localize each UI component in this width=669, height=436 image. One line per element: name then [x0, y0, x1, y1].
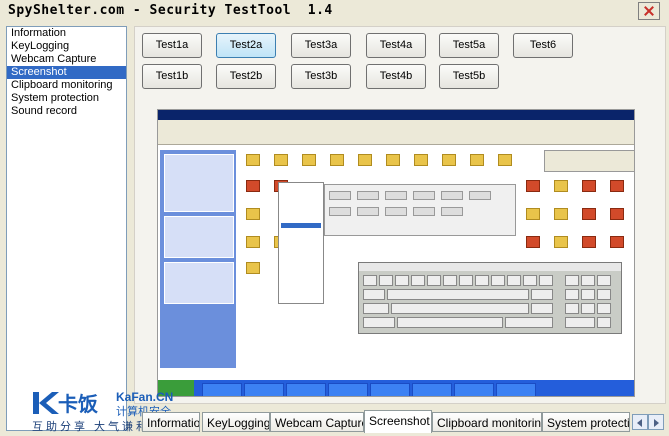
tab-scroll-left-icon[interactable]	[632, 414, 648, 430]
tab-bar: Information KeyLogging Webcam Capture Sc…	[134, 410, 666, 434]
sidebar-item-system-protection[interactable]: System protection	[7, 92, 126, 105]
test2b-button[interactable]: Test2b	[216, 64, 276, 89]
sidebar-item-screenshot[interactable]: Screenshot	[7, 66, 126, 79]
test4b-button[interactable]: Test4b	[366, 64, 426, 89]
close-icon[interactable]	[638, 2, 660, 20]
test1a-button[interactable]: Test1a	[142, 33, 202, 58]
sidebar-item-information[interactable]: Information	[7, 27, 126, 40]
preview-titlebar	[158, 110, 634, 120]
sidebar-item-keylogging[interactable]: KeyLogging	[7, 40, 126, 53]
test2a-button[interactable]: Test2a	[216, 33, 276, 58]
tab-keylogging[interactable]: KeyLogging	[202, 412, 270, 432]
test6-button[interactable]: Test6	[513, 33, 573, 58]
screenshot-preview	[157, 109, 635, 397]
sidebar-item-webcam-capture[interactable]: Webcam Capture	[7, 53, 126, 66]
preview-task-pane	[160, 150, 236, 368]
main-panel: Test1a Test2a Test3a Test4a Test5a Test6…	[134, 26, 666, 404]
tab-webcam-capture[interactable]: Webcam Capture	[270, 412, 364, 432]
preview-side-window	[544, 150, 634, 172]
test3a-button[interactable]: Test3a	[291, 33, 351, 58]
window-title: SpyShelter.com - Security TestTool 1.4	[8, 3, 333, 18]
preview-testtool-window	[324, 184, 516, 236]
preview-onscreen-keyboard	[358, 262, 622, 334]
tab-system-protection[interactable]: System protection	[542, 412, 630, 432]
tab-screenshot[interactable]: Screenshot	[364, 410, 432, 433]
title-bar: SpyShelter.com - Security TestTool 1.4	[0, 0, 669, 22]
tab-information[interactable]: Information	[142, 412, 200, 432]
sidebar-list: Information KeyLogging Webcam Capture Sc…	[6, 26, 127, 431]
brand-site: KaFan.CN	[116, 390, 174, 404]
brand-cn: 卡饭	[58, 392, 98, 416]
brand-slogan: 互助分享 大气谦和	[32, 421, 151, 433]
test1b-button[interactable]: Test1b	[142, 64, 202, 89]
kafan-logo-icon	[33, 392, 59, 414]
sidebar-item-clipboard-monitoring[interactable]: Clipboard monitoring	[7, 79, 126, 92]
test4a-button[interactable]: Test4a	[366, 33, 426, 58]
test5a-button[interactable]: Test5a	[439, 33, 499, 58]
sidebar-item-sound-record[interactable]: Sound record	[7, 105, 126, 118]
tab-scroll-right-icon[interactable]	[648, 414, 664, 430]
preview-toolbar	[158, 120, 634, 135]
preview-address-bar	[158, 134, 634, 145]
test5b-button[interactable]: Test5b	[439, 64, 499, 89]
tab-clipboard-monitoring[interactable]: Clipboard monitoring	[432, 412, 542, 432]
preview-context-menu	[278, 182, 324, 304]
preview-taskbar	[158, 380, 634, 396]
test3b-button[interactable]: Test3b	[291, 64, 351, 89]
